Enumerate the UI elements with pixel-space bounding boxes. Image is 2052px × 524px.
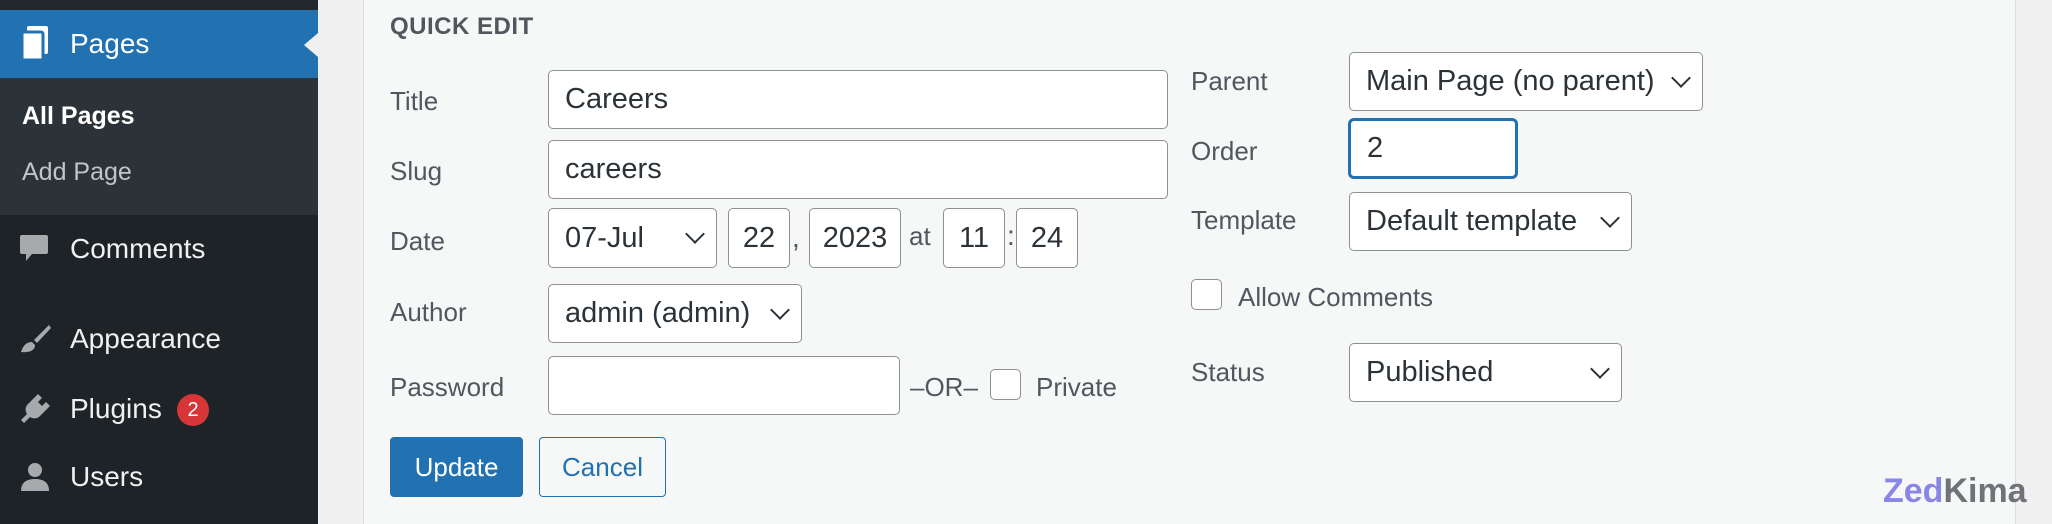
- template-label: Template: [1191, 205, 1297, 235]
- date-label: Date: [390, 226, 445, 256]
- allow-comments-label: Allow Comments: [1238, 282, 1434, 312]
- order-input[interactable]: 2: [1349, 119, 1517, 178]
- slug-input[interactable]: careers: [548, 140, 1168, 199]
- author-label: Author: [390, 297, 467, 327]
- chevron-down-icon: [1600, 207, 1620, 228]
- date-at-label: at: [909, 221, 931, 251]
- sidebar-item-pages[interactable]: Pages: [0, 10, 318, 78]
- status-value: Published: [1366, 356, 1494, 388]
- sidebar-item-label: Appearance: [70, 323, 222, 354]
- sidebar-item-label: Comments: [70, 233, 206, 264]
- parent-select[interactable]: Main Page (no parent): [1349, 52, 1703, 111]
- order-label: Order: [1191, 136, 1258, 166]
- date-month-value: 07-Jul: [565, 221, 644, 254]
- watermark-part1: Zed: [1883, 472, 1944, 510]
- chevron-down-icon: [1671, 67, 1691, 88]
- sidebar-item-users[interactable]: Users: [0, 444, 318, 508]
- status-select[interactable]: Published: [1349, 343, 1622, 402]
- current-menu-arrow: [304, 33, 318, 57]
- chevron-down-icon: [1590, 358, 1610, 379]
- submenu-all-pages[interactable]: All Pages: [22, 102, 135, 131]
- paintbrush-icon: [21, 325, 51, 353]
- screen: Pages All Pages Add Page Comments Appear…: [0, 0, 2052, 524]
- date-year-input[interactable]: 2023: [809, 208, 901, 268]
- title-label: Title: [390, 86, 439, 116]
- sidebar-item-plugins[interactable]: Plugins 2: [0, 376, 318, 440]
- date-day-input[interactable]: 22: [728, 208, 790, 268]
- sidebar-item-appearance[interactable]: Appearance: [0, 306, 318, 370]
- user-icon: [21, 463, 49, 491]
- quick-edit-heading: QUICK EDIT: [390, 13, 534, 40]
- date-comma: ,: [792, 222, 800, 253]
- sidebar-top-strip: [0, 0, 318, 10]
- or-separator: –OR–: [910, 372, 978, 402]
- parent-value: Main Page (no parent): [1366, 65, 1655, 97]
- sidebar-item-label: Plugins: [70, 393, 162, 424]
- plugins-update-badge: 2: [177, 394, 209, 426]
- date-month-select[interactable]: 07-Jul: [548, 208, 717, 268]
- sidebar-item-label: Users: [70, 461, 144, 492]
- pages-submenu: All Pages Add Page: [0, 78, 318, 215]
- template-value: Default template: [1366, 205, 1578, 237]
- title-input[interactable]: Careers: [548, 70, 1168, 129]
- slug-label: Slug: [390, 156, 443, 186]
- submenu-add-page[interactable]: Add Page: [22, 158, 132, 187]
- zedkima-watermark-logo: ZedKima: [1883, 472, 2027, 511]
- time-colon: :: [1007, 220, 1015, 251]
- time-hour-input[interactable]: 11: [943, 208, 1005, 268]
- watermark-part2: Kima: [1943, 472, 2027, 510]
- parent-label: Parent: [1191, 66, 1268, 96]
- password-input[interactable]: [548, 356, 900, 415]
- admin-sidebar: Pages All Pages Add Page Comments Appear…: [0, 0, 318, 524]
- sidebar-item-label: Pages: [70, 28, 150, 59]
- comments-icon: [20, 235, 48, 261]
- chevron-down-icon: [685, 224, 705, 244]
- sidebar-item-comments[interactable]: Comments: [0, 216, 318, 280]
- status-label: Status: [1191, 357, 1265, 387]
- update-button[interactable]: Update: [390, 437, 523, 497]
- chevron-down-icon: [770, 299, 790, 320]
- author-select[interactable]: admin (admin): [548, 284, 802, 343]
- allow-comments-checkbox[interactable]: [1191, 279, 1222, 310]
- private-checkbox[interactable]: [990, 369, 1021, 400]
- template-select[interactable]: Default template: [1349, 192, 1632, 251]
- password-label: Password: [390, 372, 505, 402]
- cancel-button[interactable]: Cancel: [539, 437, 666, 497]
- plug-icon: [21, 394, 50, 423]
- time-minute-input[interactable]: 24: [1016, 208, 1078, 268]
- author-value: admin (admin): [565, 297, 751, 329]
- pages-icon: [20, 26, 48, 62]
- private-label: Private: [1036, 372, 1117, 402]
